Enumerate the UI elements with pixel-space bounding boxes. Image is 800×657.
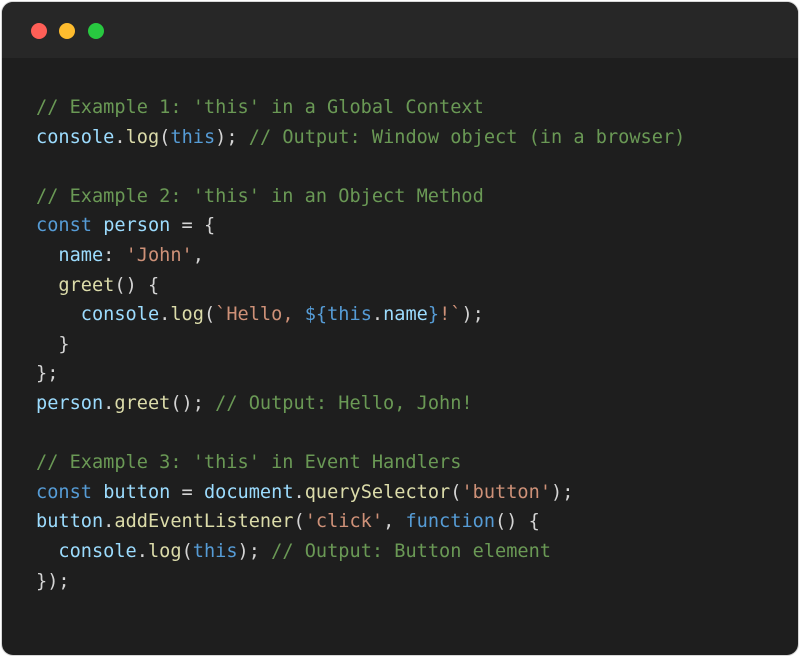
code-token-function: log: [170, 304, 204, 326]
code-token-punct: .: [114, 126, 126, 148]
code-token-function: greet: [114, 392, 171, 414]
code-token-function: log: [125, 126, 160, 148]
code-token-variable: console: [36, 126, 115, 148]
code-token-punct: = {: [170, 215, 216, 237]
code-line: // Example 1: 'this' in a Global Context: [36, 93, 685, 123]
code-token-punct: };: [36, 363, 59, 385]
code-token-keyword: this: [170, 126, 216, 148]
code-line: console.log(this); // Output: Window obj…: [36, 123, 685, 153]
code-line: button.addEventListener('click', functio…: [36, 507, 685, 537]
code-line: const person = {: [36, 211, 685, 241]
code-line: person.greet(); // Output: Hello, John!: [36, 389, 685, 419]
code-token-keyword: function: [405, 511, 496, 533]
code-line: // Example 2: 'this' in an Object Method: [36, 182, 685, 212]
code-window: // Example 1: 'this' in a Global Context…: [2, 2, 798, 655]
code-line: });: [36, 567, 685, 597]
code-token-punct: (: [293, 511, 305, 533]
code-token-punct: .: [103, 511, 115, 533]
close-window-button[interactable]: [31, 23, 47, 39]
code-token-punct: .: [293, 481, 305, 503]
code-token-string: `Hello,: [215, 304, 305, 326]
code-token-punct: =: [170, 481, 204, 503]
code-token-function: querySelector: [304, 481, 451, 503]
code-token-comment: // Output: Window object (in a browser): [248, 126, 686, 148]
code-token-comment: // Example 2: 'this' in an Object Method: [36, 185, 484, 207]
code-token-punct: );: [215, 126, 249, 148]
code-block: // Example 1: 'this' in a Global Context…: [36, 93, 685, 596]
code-token-punct: () {: [114, 274, 160, 296]
code-line: name: 'John',: [36, 241, 685, 271]
code-token-variable: console: [80, 304, 160, 326]
code-token-comment: // Output: Hello, John!: [215, 392, 473, 414]
code-token-punct: .: [159, 304, 171, 326]
code-line: // Example 3: 'this' in Event Handlers: [36, 448, 685, 478]
code-token-variable: document: [203, 481, 294, 503]
code-token-string: !`: [439, 304, 462, 326]
code-token-punct: });: [36, 570, 70, 592]
code-token-punct: (: [181, 540, 193, 562]
code-token-punct: ();: [170, 392, 216, 414]
code-token-punct: .: [371, 304, 384, 326]
code-token-punct: );: [551, 481, 574, 503]
code-token-punct: );: [461, 304, 484, 326]
code-token-punct: ,: [383, 511, 406, 533]
code-token-keyword: this: [327, 304, 372, 326]
code-line: }: [36, 330, 685, 360]
code-token-comment: // Output: Button element: [271, 540, 552, 562]
code-token-variable: name: [383, 304, 428, 326]
code-token-variable: person: [103, 215, 171, 237]
code-token-punct: (: [450, 481, 462, 503]
code-token-keyword: const: [36, 215, 92, 237]
code-token-punct: }: [36, 333, 70, 355]
code-line: greet() {: [36, 271, 685, 301]
code-token-string: 'button': [461, 481, 552, 503]
code-token-keyword: this: [192, 540, 238, 562]
code-token-function: log: [147, 540, 182, 562]
code-token-punct: (: [203, 304, 216, 326]
minimize-window-button[interactable]: [59, 23, 75, 39]
code-token-punct: :: [103, 244, 126, 266]
code-token-variable: name: [58, 244, 104, 266]
code-line: console.log(this); // Output: Button ele…: [36, 537, 685, 567]
code-token-punct: .: [103, 392, 115, 414]
window-titlebar: [2, 2, 798, 58]
code-token-variable: person: [36, 392, 104, 414]
code-token-function: greet: [58, 274, 115, 296]
code-token-punct: ,: [192, 244, 204, 266]
code-token-variable: console: [58, 540, 137, 562]
code-line: };: [36, 359, 685, 389]
code-token-string: 'click': [304, 511, 384, 533]
code-token-string: 'John': [125, 244, 193, 266]
code-line: console.log(`Hello, ${this.name}!`);: [36, 300, 685, 330]
code-token-variable: button: [103, 481, 171, 503]
code-token-punct: (: [159, 126, 171, 148]
code-token-function: addEventListener: [114, 511, 294, 533]
code-token-keyword: }: [427, 304, 440, 326]
code-line: const button = document.querySelector('b…: [36, 478, 685, 508]
maximize-window-button[interactable]: [88, 23, 104, 39]
code-token-punct: () {: [495, 511, 540, 533]
code-token-keyword: const: [36, 481, 92, 503]
code-token-variable: button: [36, 511, 104, 533]
code-token-comment: // Example 3: 'this' in Event Handlers: [36, 452, 462, 474]
code-token-comment: // Example 1: 'this' in a Global Context: [36, 97, 484, 118]
code-token-keyword: ${: [304, 304, 328, 326]
code-token-punct: );: [237, 540, 272, 562]
code-token-punct: .: [136, 540, 148, 562]
